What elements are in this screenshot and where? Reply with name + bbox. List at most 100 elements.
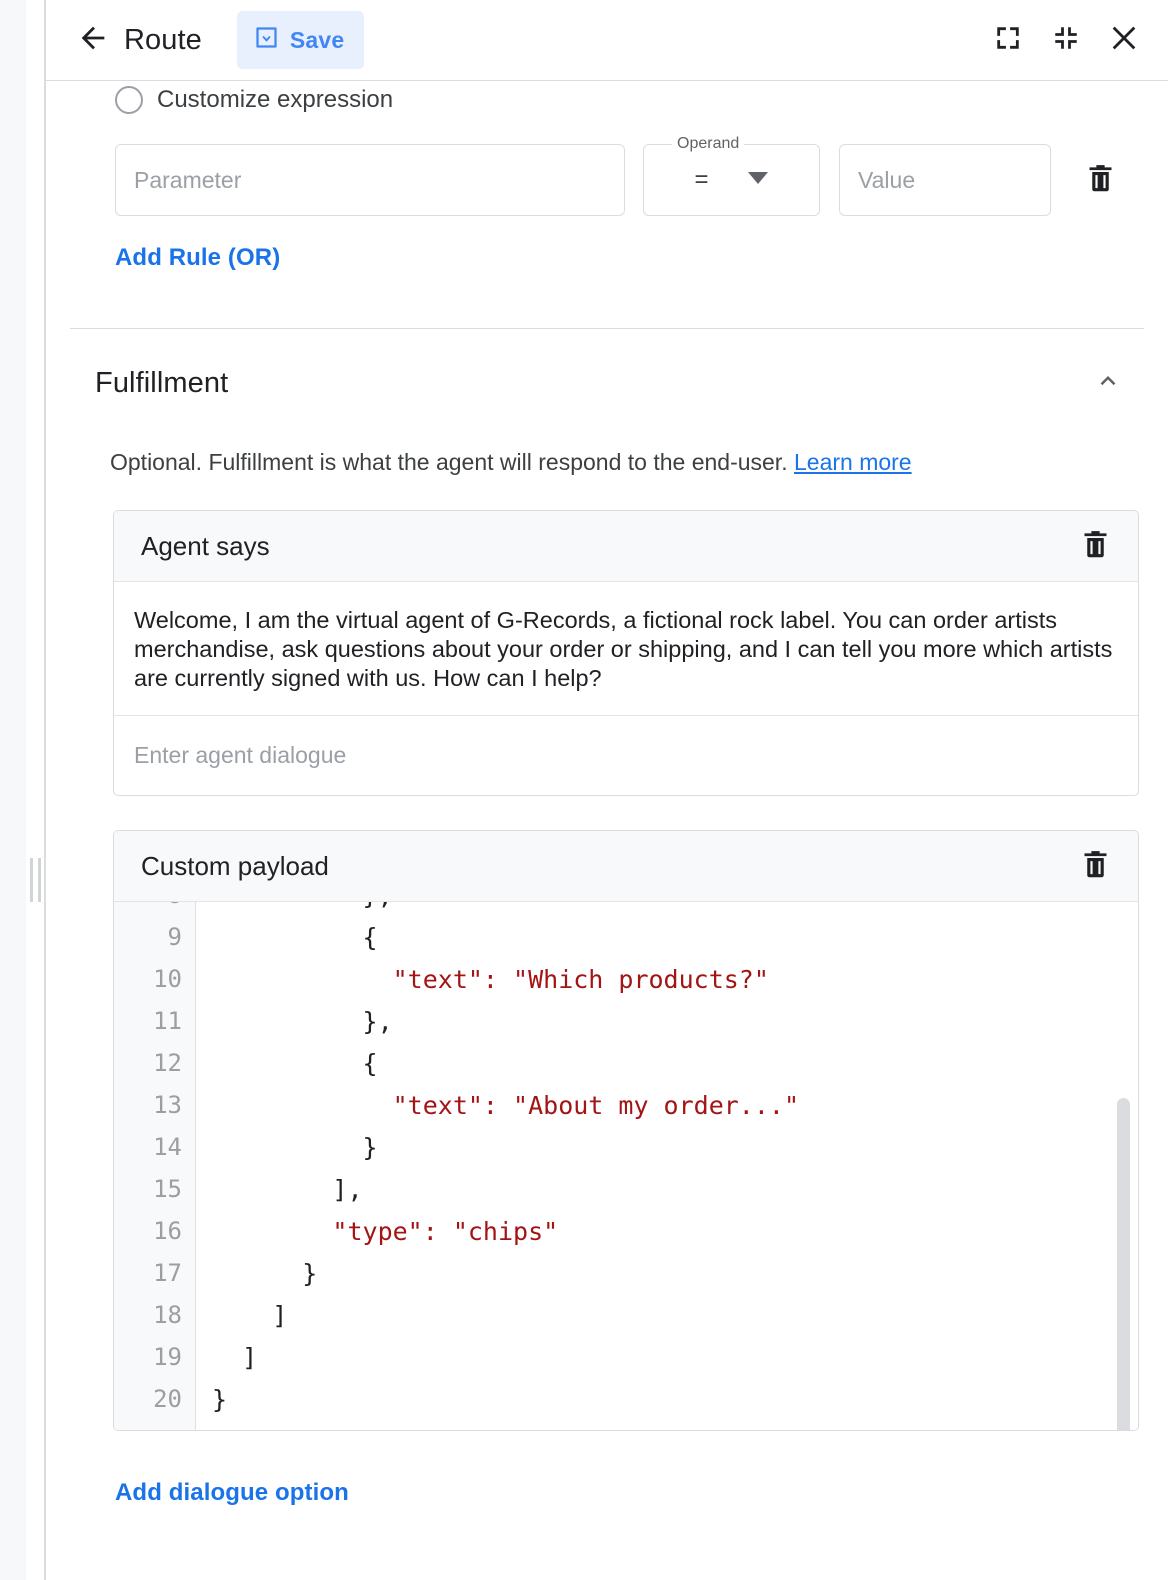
custom-payload-editor[interactable]: 8 },9 {10 "text": "Which products?"11 },… [114,902,1138,1430]
delete-rule-button[interactable] [1077,144,1123,216]
parameter-input[interactable]: Parameter [115,144,625,216]
editor-line-source: ], [196,1175,363,1204]
custom-payload-card: Custom payload 8 },9 {10 [113,830,1139,1431]
editor-line: 20} [114,1378,1138,1420]
custom-payload-header: Custom payload [114,831,1138,902]
agent-dialogue-input[interactable]: Enter agent dialogue [114,715,1138,795]
condition-section: Customize expression Parameter Operand = [46,81,1168,329]
editor-line-number: 20 [114,1385,196,1413]
agent-says-title: Agent says [141,531,270,562]
fulfillment-collapse-button[interactable] [1086,361,1130,405]
customize-expression-radio-row[interactable]: Customize expression [70,81,1144,119]
learn-more-link[interactable]: Learn more [794,449,912,475]
editor-line-source: }, [196,1007,393,1036]
chevron-down-icon [747,171,769,190]
trash-icon [1079,847,1112,885]
arrow-left-icon [76,21,110,60]
agent-says-message[interactable]: Welcome, I am the virtual agent of G-Rec… [114,582,1138,715]
save-icon [253,24,280,56]
agent-says-header: Agent says [114,511,1138,582]
close-button[interactable] [1102,18,1146,62]
editor-line-number: 16 [114,1217,196,1245]
section-divider [70,328,1144,329]
fulfillment-header[interactable]: Fulfillment [70,343,1144,423]
close-icon [1108,22,1140,59]
editor-line-number: 18 [114,1301,196,1329]
editor-line: 11 }, [114,1000,1138,1042]
custom-payload-title: Custom payload [141,851,329,882]
fulfillment-section: Fulfillment Optional. Fulfillment is wha… [46,343,1168,1507]
editor-line-source: { [196,923,378,952]
editor-line: 8 }, [114,902,1138,916]
delete-custom-payload-button[interactable] [1072,843,1118,889]
fullscreen-expand-icon [994,24,1022,57]
panel-header: Route Save [46,0,1168,81]
editor-line-source: "text": "Which products?" [196,965,769,994]
panel-gutter [26,0,45,1580]
editor-line-number: 15 [114,1175,196,1203]
editor-line-source: } [196,1259,317,1288]
trash-icon [1079,527,1112,565]
editor-line: 14 } [114,1126,1138,1168]
editor-line-number: 11 [114,1007,196,1035]
save-button-label: Save [290,27,345,54]
editor-line-source: { [196,1049,378,1078]
editor-line: 13 "text": "About my order..." [114,1084,1138,1126]
editor-line-source: } [196,1133,378,1162]
operand-value: = [694,166,708,194]
editor-line-source: ] [196,1301,287,1330]
editor-line: 17 } [114,1252,1138,1294]
customize-expression-label: Customize expression [157,86,393,114]
editor-line-number: 17 [114,1259,196,1287]
fulfillment-title: Fulfillment [95,367,228,400]
editor-line-number: 12 [114,1049,196,1077]
fullscreen-collapse-icon [1052,24,1080,57]
operand-label: Operand [672,135,744,153]
add-rule-label: Add Rule (OR) [115,244,280,272]
editor-line: 9 { [114,916,1138,958]
operand-select[interactable]: Operand = [643,144,820,216]
agent-dialogue-placeholder: Enter agent dialogue [134,742,346,768]
collapse-button[interactable] [1044,18,1088,62]
editor-line-number: 9 [114,923,196,951]
editor-line-source: "text": "About my order..." [196,1091,799,1120]
editor-line-number: 10 [114,965,196,993]
editor-line-number: 19 [114,1343,196,1371]
editor-line: 15 ], [114,1168,1138,1210]
add-rule-button[interactable]: Add Rule (OR) [115,244,1144,272]
route-panel-screen: Route Save [0,0,1168,1580]
trash-icon [1084,161,1117,199]
editor-line: 12 { [114,1042,1138,1084]
editor-line: 10 "text": "Which products?" [114,958,1138,1000]
fulfillment-description-text: Optional. Fulfillment is what the agent … [110,449,788,475]
agent-says-card: Agent says Welcome, I am the virtual age… [113,510,1139,796]
editor-line-source: "type": "chips" [196,1217,558,1246]
app-background-rail [0,0,26,1580]
customize-expression-radio[interactable] [115,86,143,114]
route-panel: Route Save [46,0,1168,1580]
delete-agent-says-button[interactable] [1072,523,1118,569]
panel-resize-handle[interactable] [30,858,41,902]
editor-line-source: }, [196,902,393,910]
editor-line: 18 ] [114,1294,1138,1336]
editor-line: 19 ] [114,1336,1138,1378]
page-title: Route [124,24,202,57]
save-button[interactable]: Save [237,11,365,69]
fulfillment-description: Optional. Fulfillment is what the agent … [70,449,1144,476]
editor-line-number: 8 [114,902,196,909]
condition-rule-row: Parameter Operand = Value [70,144,1144,216]
back-button[interactable] [70,17,116,63]
editor-line-number: 14 [114,1133,196,1161]
value-placeholder: Value [858,167,915,194]
editor-line-number: 13 [114,1091,196,1119]
add-dialogue-option-label: Add dialogue option [115,1479,349,1507]
chevron-up-icon [1095,368,1121,399]
editor-line-source: ] [196,1343,257,1372]
add-dialogue-option-button[interactable]: Add dialogue option [115,1479,1144,1507]
value-input[interactable]: Value [839,144,1051,216]
expand-button[interactable] [986,18,1030,62]
editor-code-area[interactable]: 8 },9 {10 "text": "Which products?"11 },… [114,902,1138,1420]
operand-select-wrap: Operand = [643,144,820,216]
parameter-placeholder: Parameter [134,167,241,194]
editor-vertical-scrollbar[interactable] [1117,1098,1130,1430]
